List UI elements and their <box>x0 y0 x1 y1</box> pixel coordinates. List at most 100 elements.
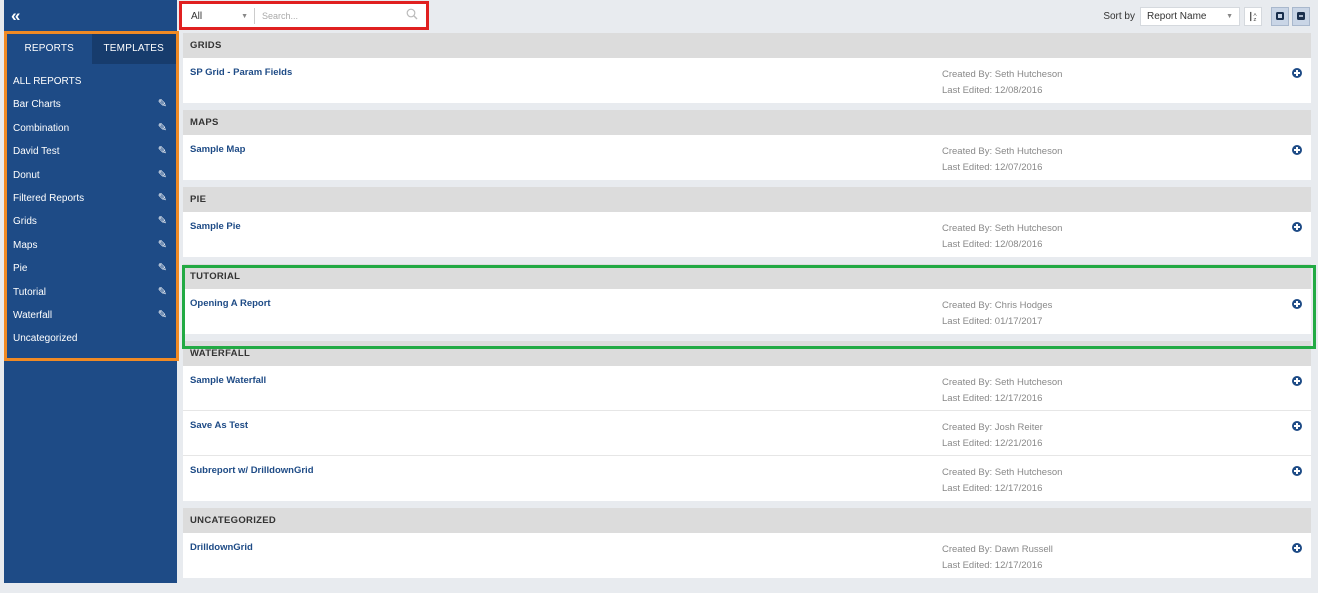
sidebar-item-label: Tutorial <box>13 286 46 298</box>
pencil-icon[interactable]: ✎ <box>158 93 167 116</box>
expand-all-icon[interactable] <box>1271 6 1289 26</box>
created-by: Created By: Seth Hutcheson <box>942 377 1063 388</box>
pencil-icon[interactable]: ✎ <box>158 304 167 327</box>
sidebar-item-david-test[interactable]: David Test ✎ <box>7 140 176 163</box>
report-group: TUTORIAL Opening A Report Created By: Ch… <box>183 264 1311 334</box>
sort-dropdown-value: Report Name <box>1147 10 1207 22</box>
created-by: Created By: Dawn Russell <box>942 544 1053 555</box>
sidebar-item-waterfall[interactable]: Waterfall ✎ <box>7 304 176 327</box>
group-header: WATERFALL <box>183 341 1311 366</box>
pencil-icon[interactable]: ✎ <box>158 234 167 257</box>
plus-circle-icon[interactable] <box>1292 466 1302 476</box>
last-edited: Last Edited: 12/17/2016 <box>942 482 1043 494</box>
plus-circle-icon[interactable] <box>1292 68 1302 78</box>
plus-circle-icon[interactable] <box>1292 376 1302 386</box>
report-name-link[interactable]: Sample Waterfall <box>190 375 266 386</box>
last-edited: Last Edited: 12/17/2016 <box>942 559 1043 571</box>
sidebar-item-label: Bar Charts <box>13 99 61 111</box>
created-by: Created By: Seth Hutcheson <box>942 223 1063 234</box>
group-header: UNCATEGORIZED <box>183 508 1311 533</box>
report-group: WATERFALL Sample Waterfall Created By: S… <box>183 341 1311 501</box>
report-meta: Created By: Seth Hutcheson Last Edited: … <box>942 375 1062 406</box>
last-edited: Last Edited: 12/21/2016 <box>942 437 1043 449</box>
report-meta: Created By: Seth Hutcheson Last Edited: … <box>942 67 1062 98</box>
sidebar-panel: REPORTS TEMPLATES ALL REPORTS Bar Charts… <box>4 31 179 361</box>
tab-templates[interactable]: TEMPLATES <box>91 34 176 64</box>
created-by: Created By: Seth Hutcheson <box>942 467 1063 478</box>
plus-circle-icon[interactable] <box>1292 299 1302 309</box>
last-edited: Last Edited: 12/08/2016 <box>942 238 1043 250</box>
sidebar-item-label: Uncategorized <box>13 333 78 345</box>
last-edited: Last Edited: 12/17/2016 <box>942 392 1043 404</box>
report-group: GRIDS SP Grid - Param Fields Created By:… <box>183 33 1311 103</box>
sidebar-item-donut[interactable]: Donut ✎ <box>7 164 176 187</box>
sort-label: Sort by <box>1103 10 1135 22</box>
report-row: Sample Pie Created By: Seth Hutcheson La… <box>183 212 1311 257</box>
collapse-all-icon[interactable] <box>1292 6 1310 26</box>
report-meta: Created By: Seth Hutcheson Last Edited: … <box>942 221 1062 252</box>
report-name-link[interactable]: Subreport w/ DrilldownGrid <box>190 465 314 476</box>
sort-controls: Sort by Report Name ▼ A Z <box>1103 6 1310 26</box>
created-by: Created By: Chris Hodges <box>942 300 1053 311</box>
sort-az-icon[interactable]: A Z <box>1244 6 1262 26</box>
plus-circle-icon[interactable] <box>1292 421 1302 431</box>
report-meta: Created By: Seth Hutcheson Last Edited: … <box>942 465 1062 496</box>
report-row: Opening A Report Created By: Chris Hodge… <box>183 289 1311 334</box>
search-input[interactable] <box>258 8 408 24</box>
sidebar-item-maps[interactable]: Maps ✎ <box>7 234 176 257</box>
report-row: DrilldownGrid Created By: Dawn Russell L… <box>183 533 1311 578</box>
report-meta: Created By: Seth Hutcheson Last Edited: … <box>942 144 1062 175</box>
created-by: Created By: Seth Hutcheson <box>942 69 1063 80</box>
report-row: Sample Map Created By: Seth Hutcheson La… <box>183 135 1311 180</box>
sidebar-item-filtered-reports[interactable]: Filtered Reports ✎ <box>7 187 176 210</box>
report-name-link[interactable]: Opening A Report <box>190 298 271 309</box>
filter-dropdown[interactable]: All ▼ <box>185 8 255 24</box>
report-name-link[interactable]: SP Grid - Param Fields <box>190 67 292 78</box>
sidebar-item-pie[interactable]: Pie ✎ <box>7 257 176 280</box>
search-icon[interactable] <box>406 8 418 20</box>
report-row: Subreport w/ DrilldownGrid Created By: S… <box>183 456 1311 501</box>
sidebar-tabs: REPORTS TEMPLATES <box>7 34 176 64</box>
category-list: ALL REPORTS Bar Charts ✎ Combination ✎ Dav… <box>7 64 176 351</box>
group-header: PIE <box>183 187 1311 212</box>
report-name-link[interactable]: Save As Test <box>190 420 248 431</box>
report-name-link[interactable]: DrilldownGrid <box>190 542 253 553</box>
sidebar-item-label: Grids <box>13 216 37 228</box>
group-header: MAPS <box>183 110 1311 135</box>
search-bar: All ▼ <box>179 1 429 30</box>
sort-dropdown[interactable]: Report Name ▼ <box>1140 6 1240 26</box>
sidebar-item-tutorial[interactable]: Tutorial ✎ <box>7 281 176 304</box>
sidebar-item-combination[interactable]: Combination ✎ <box>7 117 176 140</box>
report-meta: Created By: Chris Hodges Last Edited: 01… <box>942 298 1052 329</box>
plus-circle-icon[interactable] <box>1292 543 1302 553</box>
report-group: MAPS Sample Map Created By: Seth Hutches… <box>183 110 1311 180</box>
report-name-link[interactable]: Sample Pie <box>190 221 241 232</box>
sidebar-item-grids[interactable]: Grids ✎ <box>7 210 176 233</box>
pencil-icon[interactable]: ✎ <box>158 187 167 210</box>
collapse-sidebar-icon[interactable]: « <box>11 6 20 26</box>
caret-down-icon: ▼ <box>1226 12 1233 20</box>
created-by: Created By: Josh Reiter <box>942 422 1043 433</box>
report-name-link[interactable]: Sample Map <box>190 144 245 155</box>
sidebar-item-all-reports[interactable]: ALL REPORTS <box>7 70 176 93</box>
tab-reports[interactable]: REPORTS <box>7 34 92 64</box>
last-edited: Last Edited: 12/08/2016 <box>942 84 1043 96</box>
report-list: GRIDS SP Grid - Param Fields Created By:… <box>183 33 1311 585</box>
pencil-icon[interactable]: ✎ <box>158 140 167 163</box>
plus-circle-icon[interactable] <box>1292 145 1302 155</box>
last-edited: Last Edited: 12/07/2016 <box>942 161 1043 173</box>
plus-circle-icon[interactable] <box>1292 222 1302 232</box>
pencil-icon[interactable]: ✎ <box>158 117 167 140</box>
sidebar-item-bar-charts[interactable]: Bar Charts ✎ <box>7 93 176 116</box>
pencil-icon[interactable]: ✎ <box>158 281 167 304</box>
pencil-icon[interactable]: ✎ <box>158 164 167 187</box>
report-meta: Created By: Dawn Russell Last Edited: 12… <box>942 542 1053 573</box>
sidebar-item-uncategorized[interactable]: Uncategorized <box>7 327 176 350</box>
sidebar-item-label: Donut <box>13 169 40 181</box>
report-group: PIE Sample Pie Created By: Seth Hutcheso… <box>183 187 1311 257</box>
sidebar-item-label: Combination <box>13 122 70 134</box>
svg-text:Z: Z <box>1253 17 1256 22</box>
pencil-icon[interactable]: ✎ <box>158 257 167 280</box>
pencil-icon[interactable]: ✎ <box>158 210 167 233</box>
report-group: UNCATEGORIZED DrilldownGrid Created By: … <box>183 508 1311 578</box>
